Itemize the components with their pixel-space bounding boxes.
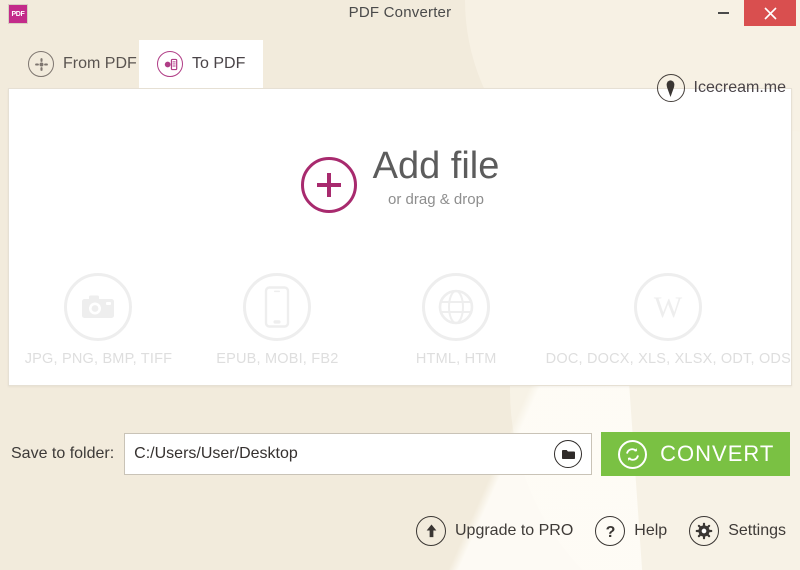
tab-to-pdf[interactable]: To PDF [139,40,263,88]
pdf-converter-window: PDF PDF Converter From PDF [0,0,800,570]
up-arrow-icon [416,516,446,546]
browse-folder-button[interactable] [554,440,582,468]
from-pdf-icon [28,51,54,77]
add-file-subtitle: or drag & drop [373,191,500,208]
drop-zone-panel[interactable]: Add file or drag & drop JPG, PNG, BMP, T… [8,88,792,386]
format-item-office: W DOC, DOCX, XLS, XLSX, ODT, ODS [546,273,791,367]
upgrade-to-pro-button[interactable]: Upgrade to PRO [416,516,573,546]
close-button[interactable] [744,0,796,26]
mobile-device-icon [243,273,311,341]
format-label-images: JPG, PNG, BMP, TIFF [25,351,172,367]
refresh-sync-icon [618,440,647,469]
convert-button-label: CONVERT [660,441,774,467]
format-label-office: DOC, DOCX, XLS, XLSX, ODT, ODS [546,351,791,367]
help-button[interactable]: ? Help [595,516,667,546]
format-label-ebooks: EPUB, MOBI, FB2 [216,351,338,367]
convert-button[interactable]: CONVERT [601,432,790,476]
tab-from-pdf-label: From PDF [63,55,137,73]
minimize-icon [718,12,729,14]
question-mark-icon: ? [595,516,625,546]
save-to-folder-label: Save to folder: [11,445,114,463]
tab-to-pdf-label: To PDF [192,55,245,73]
save-to-folder-row: Save to folder: C:/Users/User/Desktop CO… [0,432,800,476]
word-w-icon: W [634,273,702,341]
tab-bar: From PDF To PDF Icecream.me [0,28,800,88]
brand-link-icecream[interactable]: Icecream.me [657,74,786,102]
plus-circle-icon[interactable] [301,157,357,213]
svg-text:?: ? [605,524,615,541]
close-icon [764,7,777,20]
format-label-web: HTML, HTM [416,351,497,367]
supported-formats-row: JPG, PNG, BMP, TIFF EPUB, MOBI, FB2 [9,273,791,367]
output-path-field[interactable]: C:/Users/User/Desktop [124,433,592,475]
title-bar: PDF PDF Converter [0,0,800,28]
folder-icon [561,448,576,461]
brand-label: Icecream.me [694,79,786,97]
help-label: Help [634,522,667,540]
camera-icon [64,273,132,341]
bottom-toolbar: Upgrade to PRO ? Help [416,516,786,546]
upgrade-to-pro-label: Upgrade to PRO [455,522,573,540]
add-file-area[interactable]: Add file or drag & drop [9,145,791,213]
svg-text:W: W [654,291,683,324]
to-pdf-icon [157,51,183,77]
icecream-cone-icon [657,74,685,102]
window-title: PDF Converter [0,4,800,21]
settings-label: Settings [728,522,786,540]
output-path-value: C:/Users/User/Desktop [125,445,298,463]
minimize-button[interactable] [706,0,740,26]
add-file-title: Add file [373,147,500,187]
tab-from-pdf[interactable]: From PDF [10,40,155,88]
format-item-ebooks: EPUB, MOBI, FB2 [188,273,367,367]
settings-button[interactable]: Settings [689,516,786,546]
format-item-web: HTML, HTM [367,273,546,367]
format-item-images: JPG, PNG, BMP, TIFF [9,273,188,367]
gear-icon [689,516,719,546]
globe-icon [422,273,490,341]
